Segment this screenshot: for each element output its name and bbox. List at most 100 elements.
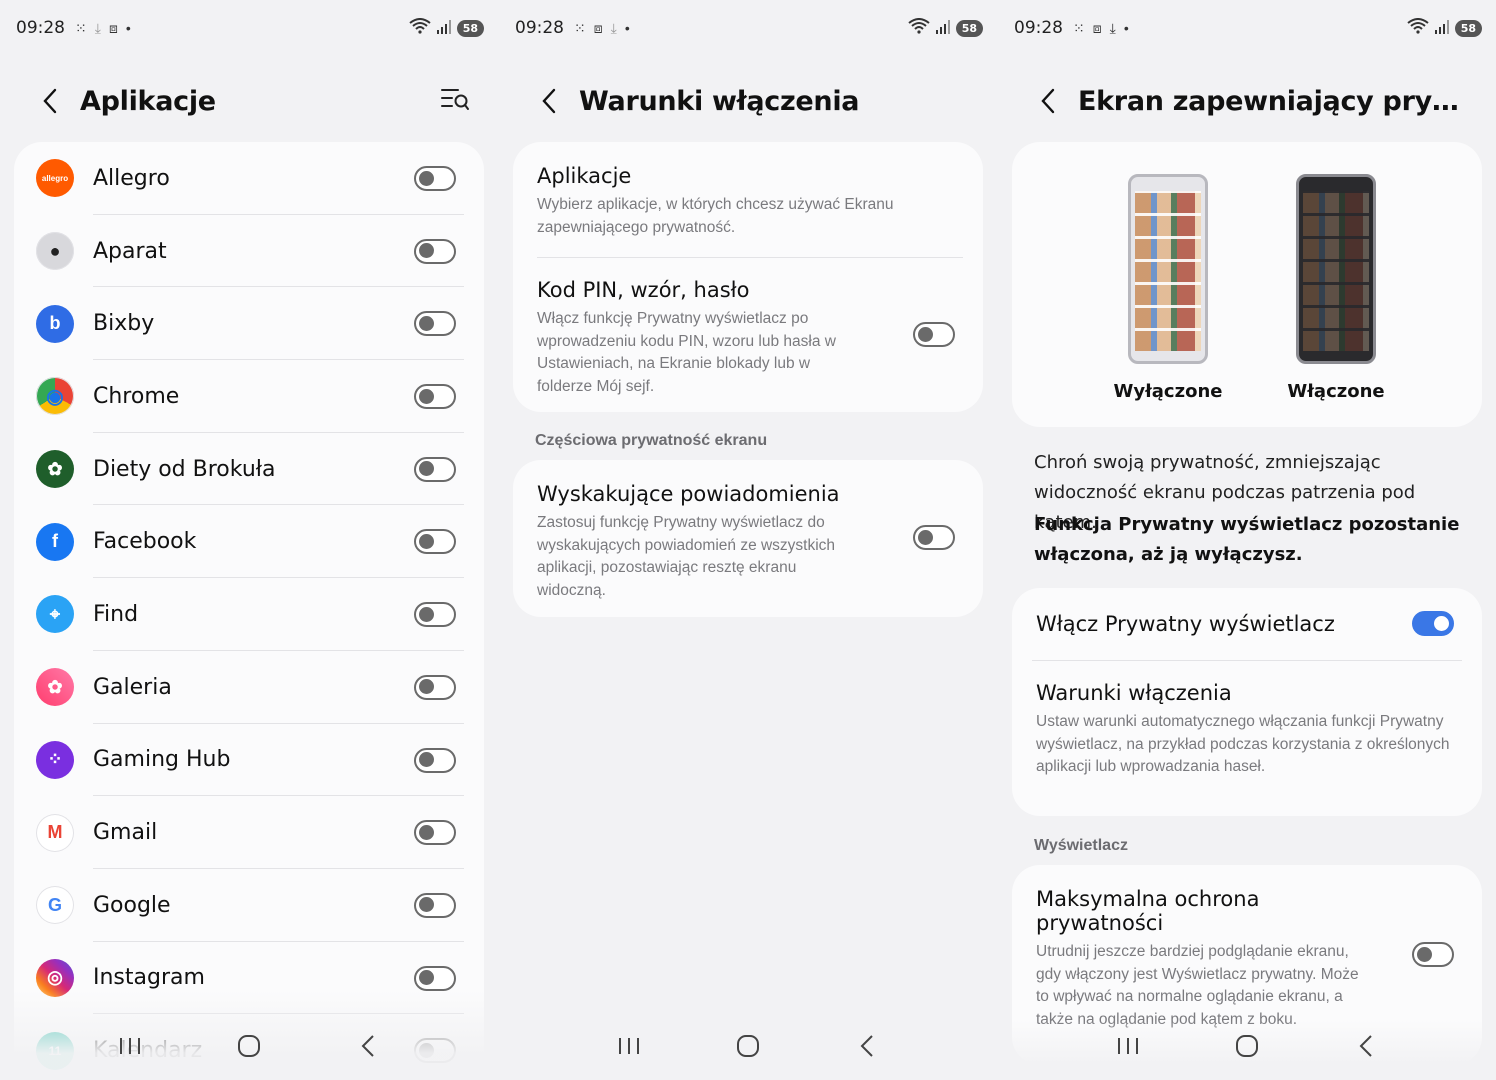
wifi-icon xyxy=(409,17,431,39)
row-title: Wyskakujące powiadomienia xyxy=(537,482,840,506)
enable-privacy-toggle[interactable] xyxy=(1412,611,1454,636)
conditions-screen: 09:28 ⁙ ⧈ ⤓ • 58 Warunki włączenia Aplik… xyxy=(499,0,997,1080)
page-title: Ekran zapewniający prywat... xyxy=(1078,85,1478,117)
status-bar: 09:28 ⁙ ⧈ ⤓ • 58 xyxy=(1014,16,1482,40)
download-icon: ⤓ xyxy=(610,19,617,36)
apps-condition-row[interactable]: Aplikacje Wybierz aplikacje, w których c… xyxy=(513,142,983,257)
gallery-icon: ✿ xyxy=(36,668,74,707)
status-time: 09:28 xyxy=(1014,18,1063,38)
back-button[interactable] xyxy=(529,81,569,121)
camera-icon: ● xyxy=(36,232,74,271)
home-button[interactable] xyxy=(219,1034,279,1058)
search-list-button[interactable] xyxy=(440,86,470,117)
app-toggle[interactable] xyxy=(414,311,456,337)
row-subtitle: Ustaw warunki automatycznego włączania f… xyxy=(1036,713,1450,775)
signal-icon xyxy=(935,18,950,39)
phone-preview-on xyxy=(1296,174,1376,364)
app-name: Google xyxy=(93,892,171,918)
home-button[interactable] xyxy=(1217,1034,1277,1058)
navigation-bar xyxy=(0,1028,498,1064)
app-row[interactable]: ⌖ Find xyxy=(14,578,484,651)
row-title: Aplikacje xyxy=(537,164,632,188)
app-name: Chrome xyxy=(93,383,180,409)
recents-button[interactable] xyxy=(1098,1036,1158,1056)
app-toggle[interactable] xyxy=(414,529,456,555)
find-icon: ⌖ xyxy=(36,595,74,634)
app-name: Aparat xyxy=(93,238,167,264)
back-button[interactable] xyxy=(1028,81,1068,121)
gaming-hub-icon: ⁘ xyxy=(36,740,74,779)
app-row[interactable]: f Facebook xyxy=(14,505,484,579)
recents-button[interactable] xyxy=(100,1036,160,1056)
status-time: 09:28 xyxy=(16,18,65,38)
battery-icon: 58 xyxy=(1454,19,1482,37)
row-subtitle: Wybierz aplikacje, w których chcesz używ… xyxy=(537,196,894,236)
app-row[interactable]: ⁘ Gaming Hub xyxy=(14,724,484,797)
gmail-icon: M xyxy=(36,813,74,852)
apps-screen: 09:28 ⁙ ⤓ ⧈ • 58 Aplikacje allegro Alleg… xyxy=(0,0,498,1080)
app-row[interactable]: M Gmail xyxy=(14,796,484,869)
app-toggle[interactable] xyxy=(414,965,456,991)
app-toggle[interactable] xyxy=(414,238,456,264)
preview-card: Wyłączone Włączone xyxy=(1012,142,1482,427)
conditions-card: Aplikacje Wybierz aplikacje, w których c… xyxy=(513,142,983,412)
page-title: Aplikacje xyxy=(80,85,216,117)
enable-privacy-row[interactable]: Włącz Prywatny wyświetlacz xyxy=(1012,588,1482,660)
app-row[interactable]: allegro Allegro xyxy=(14,142,484,215)
app-name: Galeria xyxy=(93,674,172,700)
section-label: Częściowa prywatność ekranu xyxy=(535,432,768,449)
app-toggle[interactable] xyxy=(414,674,456,700)
chrome-icon: ◉ xyxy=(36,377,74,416)
app-name: Gaming Hub xyxy=(93,747,231,773)
navigation-bar xyxy=(998,1028,1496,1064)
filter-search-icon xyxy=(441,88,469,110)
app-list: allegro Allegro ● Aparat b Bixby ◉ Chrome ✿ Diety… xyxy=(14,142,484,1080)
dot-icon: • xyxy=(125,20,131,36)
battery-icon: 58 xyxy=(456,19,484,37)
app-toggle[interactable] xyxy=(414,456,456,482)
signal-icon xyxy=(1434,18,1449,39)
row-subtitle: Zastosuj funkcję Prywatny wyświetlacz do… xyxy=(537,514,836,599)
row-subtitle: Włącz funkcję Prywatny wyświetlacz po wp… xyxy=(537,310,836,395)
pin-toggle[interactable] xyxy=(913,322,955,347)
dot-icon: • xyxy=(1123,20,1129,36)
status-bar: 09:28 ⁙ ⤓ ⧈ • 58 xyxy=(16,16,484,40)
app-row[interactable]: ✿ Galeria xyxy=(14,651,484,724)
download-icon: ⤓ xyxy=(94,19,101,36)
nav-back-button[interactable] xyxy=(338,1034,398,1058)
app-toggle[interactable] xyxy=(414,602,456,628)
wifi-icon xyxy=(1407,17,1429,39)
app-toggle[interactable] xyxy=(414,747,456,773)
pin-condition-row[interactable]: Kod PIN, wzór, hasło Włącz funkcję Prywa… xyxy=(513,258,983,416)
chevron-left-icon xyxy=(43,88,57,114)
back-button[interactable] xyxy=(30,81,70,121)
chevron-left-icon xyxy=(542,88,556,114)
max-privacy-toggle[interactable] xyxy=(1412,942,1454,967)
app-row[interactable]: ◉ Chrome xyxy=(14,360,484,433)
app-name: Gmail xyxy=(93,820,158,846)
app-toggle[interactable] xyxy=(414,892,456,918)
app-row[interactable]: b Bixby xyxy=(14,287,484,361)
row-title: Maksymalna ochrona prywatności xyxy=(1036,887,1260,935)
nav-back-button[interactable] xyxy=(837,1034,897,1058)
partial-privacy-card: Wyskakujące powiadomienia Zastosuj funkc… xyxy=(513,460,983,617)
section-label: Wyświetlacz xyxy=(1034,837,1128,854)
app-toggle[interactable] xyxy=(414,166,456,191)
phone-preview-off xyxy=(1128,174,1208,364)
popup-notifications-row[interactable]: Wyskakujące powiadomienia Zastosuj funkc… xyxy=(513,460,983,620)
app-row[interactable]: ● Aparat xyxy=(14,215,484,288)
home-button[interactable] xyxy=(718,1034,778,1058)
privacy-screen: 09:28 ⁙ ⧈ ⤓ • 58 Ekran zapewniający pryw… xyxy=(998,0,1496,1080)
recents-button[interactable] xyxy=(599,1036,659,1056)
app-row[interactable]: G Google xyxy=(14,869,484,942)
conditions-row[interactable]: Warunki włączenia Ustaw warunki automaty… xyxy=(1012,661,1482,797)
navigation-bar xyxy=(499,1028,997,1064)
app-toggle[interactable] xyxy=(414,384,456,410)
app-name: Allegro xyxy=(93,165,170,191)
popup-toggle[interactable] xyxy=(913,525,955,550)
dot-icon: • xyxy=(624,20,630,36)
bixby-icon: b xyxy=(36,304,74,343)
app-toggle[interactable] xyxy=(414,820,456,846)
nav-back-button[interactable] xyxy=(1336,1034,1396,1058)
app-row[interactable]: ✿ Diety od Brokuła xyxy=(14,433,484,506)
